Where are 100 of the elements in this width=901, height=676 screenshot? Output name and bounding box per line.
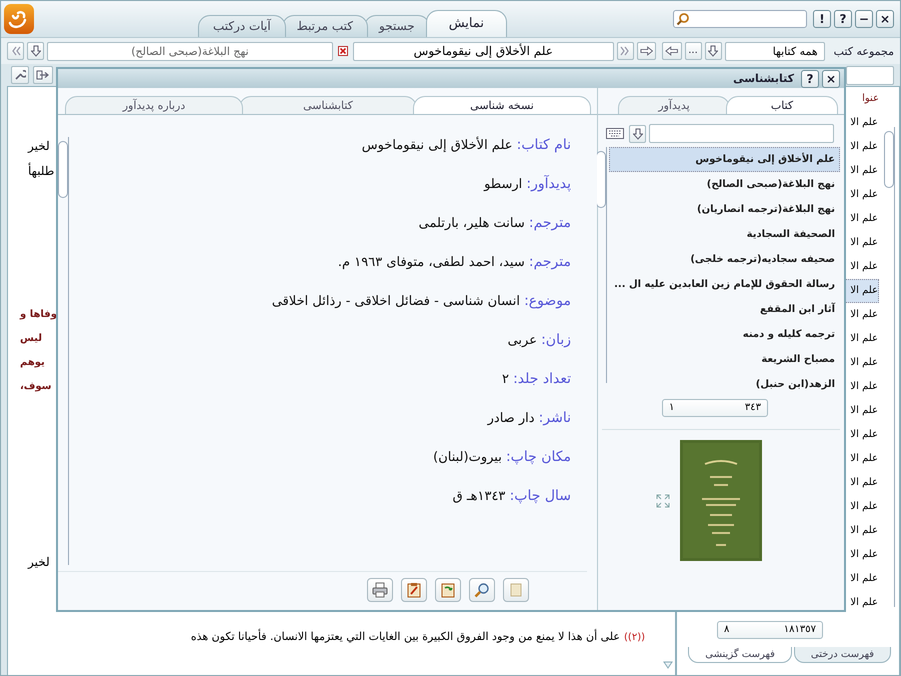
list-item[interactable]: علم الا <box>845 135 879 159</box>
list-item[interactable]: علم الا <box>845 591 879 615</box>
list-item[interactable]: علم الا <box>845 567 879 591</box>
text-line: سوف، <box>20 381 53 394</box>
page-icon <box>508 582 524 598</box>
text-line: لخير <box>28 555 51 571</box>
page-counter[interactable]: ٣٤٣ ١ <box>662 399 768 417</box>
field-line: موضوع: انسان شناسی - فضائل اخلاقی - رذائل اخلاقی <box>270 293 571 311</box>
close-icon <box>338 46 348 56</box>
tab[interactable]: نمایش <box>426 10 507 37</box>
list-item[interactable]: مصباح الشريعة <box>609 347 840 372</box>
list-item[interactable]: آثار ابن المقفع <box>609 297 840 322</box>
edit-button[interactable] <box>401 578 427 602</box>
field-line: مترجم: سانت هلیر، بارتلمی <box>418 215 571 233</box>
sort-button[interactable] <box>704 42 722 60</box>
list-item[interactable]: ترجمه كليله و دمنه <box>609 322 840 347</box>
list-item[interactable]: علم الأخلاق إلى نيقوماخوس <box>609 147 840 172</box>
position-count: ١ <box>669 401 674 415</box>
list-item[interactable]: نهج البلاغة(صبحى الصالح) <box>609 172 840 197</box>
down-arrow-icon <box>708 45 718 57</box>
back-button[interactable] <box>662 42 682 60</box>
list-item[interactable]: علم الا <box>845 471 879 495</box>
total-count: ١٨١٣٥٧ <box>784 623 816 637</box>
input-field[interactable] <box>846 66 894 84</box>
search-icon <box>676 12 690 26</box>
list-item[interactable]: علم الا <box>845 207 879 231</box>
chevron-button[interactable] <box>616 42 634 60</box>
window-button[interactable]: × <box>876 10 894 28</box>
list-item[interactable]: علم الا <box>845 447 879 471</box>
close-button[interactable] <box>336 46 350 56</box>
list-item[interactable]: علم الا <box>845 279 879 303</box>
list-item[interactable]: نهج البلاغة(ترجمه انصاريان) <box>609 197 840 222</box>
chevron-button[interactable] <box>7 42 24 60</box>
window-button[interactable]: ! <box>813 10 831 28</box>
tab[interactable]: پدیدآور <box>618 96 730 114</box>
tab[interactable]: آیات درکتب <box>198 15 286 37</box>
field-line: تعداد جلد: ٢ <box>500 371 571 389</box>
field-line: مکان چاپ: بیروت(لبنان) <box>432 449 571 467</box>
tab[interactable]: درباره پدیدآور <box>65 96 243 114</box>
list-item[interactable]: علم الا <box>845 423 879 447</box>
field-line: ناشر: دار صادر <box>486 410 571 428</box>
tab[interactable]: فهرست گزینشی <box>688 647 792 663</box>
list-item[interactable]: علم الا <box>845 543 879 567</box>
window-button[interactable]: ? <box>834 10 852 28</box>
window-button[interactable]: × <box>822 70 840 88</box>
tab[interactable]: نسخه شناسی <box>413 96 591 114</box>
tab[interactable]: کتابشناسی <box>239 96 417 114</box>
list-item[interactable]: رسالة الحقوق للإمام زين العابدين عليه ال ... <box>609 272 840 297</box>
search-button[interactable] <box>469 578 495 602</box>
tab[interactable]: فهرست درختی <box>794 647 891 663</box>
text-line: ليس <box>20 333 43 346</box>
forward-button[interactable] <box>636 42 656 60</box>
field-line: مترجم: سید، احمد لطفی، متوفای ١٩٦٣ م. <box>336 254 571 272</box>
collection-dropdown[interactable]: همه کتابها <box>724 42 825 60</box>
book-field[interactable]: نهج البلاغة(صبحی الصالح) <box>47 42 333 60</box>
settings-button[interactable] <box>11 66 29 84</box>
list-item[interactable]: علم الا <box>845 399 879 423</box>
column-header: عنوا <box>861 93 879 106</box>
print-button[interactable] <box>367 578 393 602</box>
total-count: ٣٤٣ <box>744 401 761 415</box>
wrench-icon <box>14 69 26 81</box>
chevron-icon <box>620 46 630 56</box>
search-icon <box>474 582 490 598</box>
list-item[interactable]: علم الا <box>845 159 879 183</box>
list-item[interactable]: علم الا <box>845 231 879 255</box>
list-item[interactable]: علم الا <box>845 255 879 279</box>
list-item[interactable]: علم الا <box>845 495 879 519</box>
list-item[interactable]: علم الا <box>845 303 879 327</box>
left-arrow-icon <box>665 46 679 56</box>
exit-icon <box>36 70 50 80</box>
down-arrow-icon <box>30 45 41 57</box>
swap-button[interactable] <box>33 66 53 84</box>
position-count: ٨ <box>724 623 730 637</box>
field-line: زبان: عربی <box>506 332 571 350</box>
page-counter[interactable]: ١٨١٣٥٧ ٨ <box>717 621 823 639</box>
book-field[interactable]: علم الأخلاق إلى نيقوماخوس <box>352 42 614 60</box>
window-button[interactable]: ? <box>801 70 819 88</box>
list-item[interactable]: علم الا <box>845 351 879 375</box>
list-item[interactable]: صحيفه سجاديه(ترجمه خلجى) <box>609 247 840 272</box>
list-item[interactable]: علم الا <box>845 183 879 207</box>
tab[interactable]: کتب مرتبط <box>282 15 368 37</box>
field-line: سال چاپ: ١٣٤٣هـ ق <box>452 488 571 506</box>
list-item[interactable]: علم الا <box>845 111 879 135</box>
list-item[interactable]: علم الا <box>845 519 879 543</box>
sort-button[interactable] <box>629 124 646 142</box>
search-field[interactable] <box>673 10 807 28</box>
list-item[interactable]: الصحيفة السجادية <box>609 222 840 247</box>
search-field[interactable] <box>649 124 834 143</box>
tab[interactable]: کتاب <box>726 96 838 114</box>
refresh-icon <box>440 582 456 598</box>
window-button[interactable]: − <box>855 10 873 28</box>
more-button[interactable]: ... <box>684 42 702 60</box>
field-line: پدیدآور: ارسطو <box>482 176 571 194</box>
sort-button[interactable] <box>27 42 44 60</box>
list-item[interactable]: علم الا <box>845 327 879 351</box>
printer-icon <box>372 582 388 598</box>
keyboard-icon[interactable] <box>606 128 624 139</box>
refresh-button[interactable] <box>435 578 461 602</box>
list-item[interactable]: علم الا <box>845 375 879 399</box>
list-item[interactable]: الزهد(ابن حنبل) <box>609 372 840 397</box>
